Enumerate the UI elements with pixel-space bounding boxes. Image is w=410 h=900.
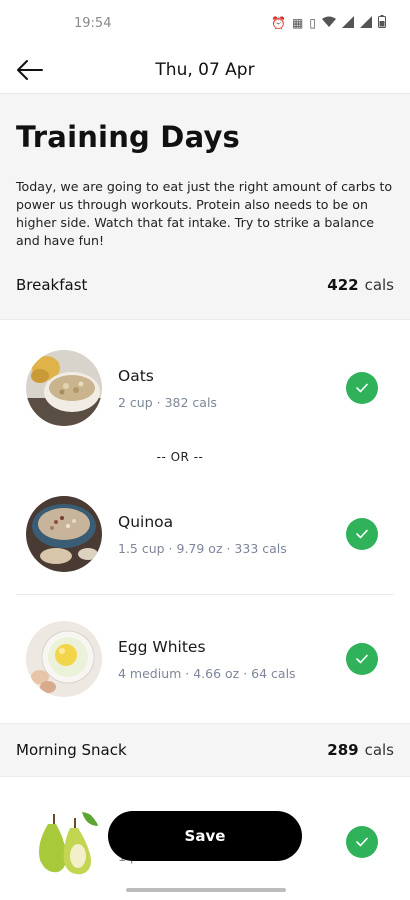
egg-whites-image — [26, 621, 102, 697]
page-title: Training Days — [16, 120, 241, 154]
check-button[interactable] — [346, 372, 378, 404]
intro-section: Training Days Today, we are going to eat… — [0, 94, 410, 250]
signal-icon — [342, 15, 354, 31]
nfc-icon: ▦ — [292, 16, 304, 30]
section-name: Breakfast — [16, 275, 88, 294]
section-cals-value: 289 — [327, 741, 359, 759]
check-button[interactable] — [346, 518, 378, 550]
app-header: Thu, 07 Apr — [0, 46, 410, 94]
section-name: Morning Snack — [16, 741, 127, 759]
checkmark-icon — [356, 837, 368, 847]
status-time: 19:54 — [74, 15, 112, 31]
section-cals-unit: cals — [364, 741, 394, 759]
oats-image — [26, 350, 102, 426]
food-item-egg-whites[interactable]: Egg Whites 4 medium · 4.66 oz · 64 cals — [0, 595, 410, 723]
alarm-icon: ⏰ — [271, 16, 287, 30]
food-name: Oats — [118, 366, 154, 385]
status-bar: 19:54 ⏰ ▦ ▯ — [0, 0, 410, 46]
section-cals: 422 cals — [327, 276, 394, 294]
food-detail: 1.5 cup · 9.79 oz · 333 cals — [118, 540, 287, 556]
or-label: -- OR -- — [156, 450, 204, 464]
food-detail: 4 medium · 4.66 oz · 64 cals — [118, 665, 296, 681]
battery-icon — [378, 15, 386, 31]
food-info: Quinoa 1.5 cup · 9.79 oz · 333 cals — [118, 513, 346, 556]
food-info: Egg Whites 4 medium · 4.66 oz · 64 cals — [118, 638, 346, 681]
status-icons: ⏰ ▦ ▯ — [271, 15, 386, 31]
section-cals-value: 422 — [327, 275, 359, 294]
check-button[interactable] — [346, 826, 378, 858]
quinoa-image — [26, 496, 102, 572]
wifi-icon — [322, 16, 336, 31]
check-button[interactable] — [346, 643, 378, 675]
food-item-quinoa[interactable]: Quinoa 1.5 cup · 9.79 oz · 333 cals — [0, 466, 410, 594]
checkmark-icon — [356, 383, 368, 393]
date-title: Thu, 07 Apr — [155, 59, 255, 80]
save-button[interactable]: Save — [108, 811, 302, 861]
food-name: Egg Whites — [118, 637, 206, 656]
vibrate-icon: ▯ — [309, 16, 316, 30]
food-info: Oats 2 cup · 382 cals — [118, 367, 346, 410]
food-name: Quinoa — [118, 512, 174, 531]
pear-image — [26, 804, 102, 880]
page-description: Today, we are going to eat just the righ… — [16, 179, 393, 248]
food-item-oats[interactable]: Oats 2 cup · 382 cals — [0, 320, 410, 448]
or-separator: -- OR -- — [0, 448, 410, 466]
checkmark-icon — [356, 654, 368, 664]
home-indicator[interactable] — [126, 888, 286, 892]
back-button[interactable] — [14, 54, 46, 86]
section-header-breakfast: Breakfast 422 cals — [0, 250, 410, 320]
signal-icon-2 — [360, 15, 372, 31]
section-header-morning-snack: Morning Snack 289 cals — [0, 723, 410, 777]
food-detail: 2 cup · 382 cals — [118, 394, 217, 410]
checkmark-icon — [356, 529, 368, 539]
section-cals: 289 cals — [327, 741, 394, 759]
section-cals-unit: cals — [364, 275, 394, 294]
arrow-left-icon — [17, 60, 43, 80]
